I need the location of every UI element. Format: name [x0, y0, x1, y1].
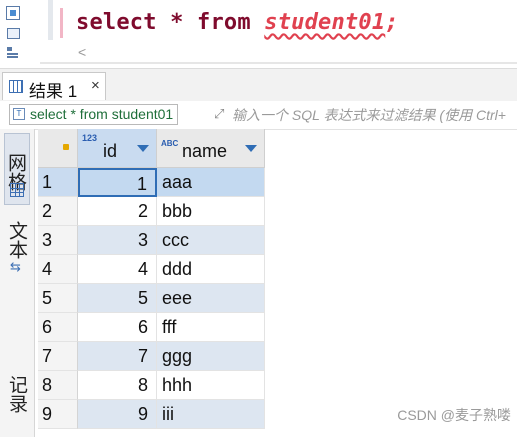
close-icon[interactable]: × — [91, 77, 100, 94]
cell-name[interactable]: ddd — [157, 255, 265, 284]
sql-file-icon[interactable] — [6, 6, 20, 20]
sort-dropdown-icon[interactable] — [137, 145, 149, 152]
cell-id[interactable]: 5 — [78, 284, 157, 313]
cell-name[interactable]: hhh — [157, 371, 265, 400]
editor-gutter — [48, 0, 53, 40]
cell-name[interactable]: ccc — [157, 226, 265, 255]
filter-bar: T select * from student01 ⤢ 输入一个 SQL 表达式… — [0, 101, 517, 130]
sql-star: * — [170, 10, 184, 35]
results-tabbar: 结果 1 × — [0, 68, 517, 101]
cell-id[interactable]: 7 — [78, 342, 157, 371]
cell-id[interactable]: 4 — [78, 255, 157, 284]
column-header-name[interactable]: ABC name — [157, 129, 265, 168]
table-row[interactable]: 5 5 eee — [38, 284, 517, 313]
cell-id[interactable]: 6 — [78, 313, 157, 342]
sort-dropdown-icon[interactable] — [245, 145, 257, 152]
query-source-text: select * from student01 — [30, 106, 174, 122]
grid-table-icon — [9, 80, 23, 93]
view-tab-text[interactable]: 文本 — [4, 215, 30, 265]
table-row[interactable]: 4 4 ddd — [38, 255, 517, 284]
sql-keyword-select: select — [76, 10, 157, 35]
row-number[interactable]: 4 — [38, 255, 78, 284]
line-marker — [60, 8, 63, 38]
sql-query-icon: T — [13, 108, 25, 120]
row-number[interactable]: 7 — [38, 342, 78, 371]
outline-icon[interactable] — [6, 46, 20, 60]
view-switcher-panel: 网格 文本 ⇆ 记录 — [0, 129, 35, 437]
sql-statement[interactable]: select * from student01; — [76, 10, 399, 35]
scroll-left-icon[interactable]: < — [78, 44, 86, 60]
cell-name[interactable]: fff — [157, 313, 265, 342]
view-tab-record[interactable]: 记录 — [4, 369, 30, 419]
table-row[interactable]: 6 6 fff — [38, 313, 517, 342]
cell-name[interactable]: ggg — [157, 342, 265, 371]
row-number[interactable]: 6 — [38, 313, 78, 342]
text-view-icon: ⇆ — [10, 259, 21, 274]
row-number[interactable]: 5 — [38, 284, 78, 313]
editor-scrollbar[interactable] — [40, 62, 517, 64]
tab-label: 结果 1 — [29, 82, 78, 101]
cell-id[interactable]: 1 — [78, 168, 157, 197]
tab-results-1[interactable]: 结果 1 × — [2, 72, 106, 101]
grid-corner[interactable] — [38, 129, 78, 168]
query-source-chip[interactable]: T select * from student01 — [9, 104, 179, 125]
cell-name[interactable]: eee — [157, 284, 265, 313]
table-row[interactable]: 8 8 hhh — [38, 371, 517, 400]
row-number[interactable]: 1 — [38, 168, 78, 197]
cell-id[interactable]: 3 — [78, 226, 157, 255]
grid-view-icon — [10, 183, 24, 197]
cell-id[interactable]: 9 — [78, 400, 157, 429]
sql-semicolon: ; — [385, 10, 399, 35]
cell-name[interactable]: aaa — [157, 168, 265, 197]
row-number[interactable]: 8 — [38, 371, 78, 400]
row-number[interactable]: 2 — [38, 197, 78, 226]
column-label: name — [182, 141, 228, 161]
row-number[interactable]: 9 — [38, 400, 78, 429]
table-row[interactable]: 3 3 ccc — [38, 226, 517, 255]
sql-editor[interactable]: select * from student01; < — [0, 0, 517, 66]
column-header-id[interactable]: 123 id — [78, 129, 157, 168]
watermark: CSDN @麦子熟喽 — [397, 407, 511, 423]
lock-icon — [63, 144, 69, 150]
table-row[interactable]: 2 2 bbb — [38, 197, 517, 226]
cell-id[interactable]: 8 — [78, 371, 157, 400]
sql-keyword-from: from — [197, 10, 251, 35]
editor-gutter-icons — [6, 6, 26, 66]
filter-input[interactable]: 输入一个 SQL 表达式来过滤结果 (使用 Ctrl+ — [232, 105, 506, 125]
sql-table-name: student01 — [264, 10, 386, 35]
row-number[interactable]: 3 — [38, 226, 78, 255]
expand-filter-icon[interactable]: ⤢ — [214, 107, 228, 121]
cell-id[interactable]: 2 — [78, 197, 157, 226]
numeric-type-icon: 123 — [82, 133, 98, 143]
cell-name[interactable]: bbb — [157, 197, 265, 226]
table-row[interactable]: 7 7 ggg — [38, 342, 517, 371]
column-label: id — [103, 141, 118, 161]
execute-script-icon[interactable] — [6, 26, 20, 40]
cell-name[interactable]: iii — [157, 400, 265, 429]
table-row[interactable]: 1 1 aaa — [38, 168, 517, 197]
string-type-icon: ABC — [161, 139, 179, 148]
